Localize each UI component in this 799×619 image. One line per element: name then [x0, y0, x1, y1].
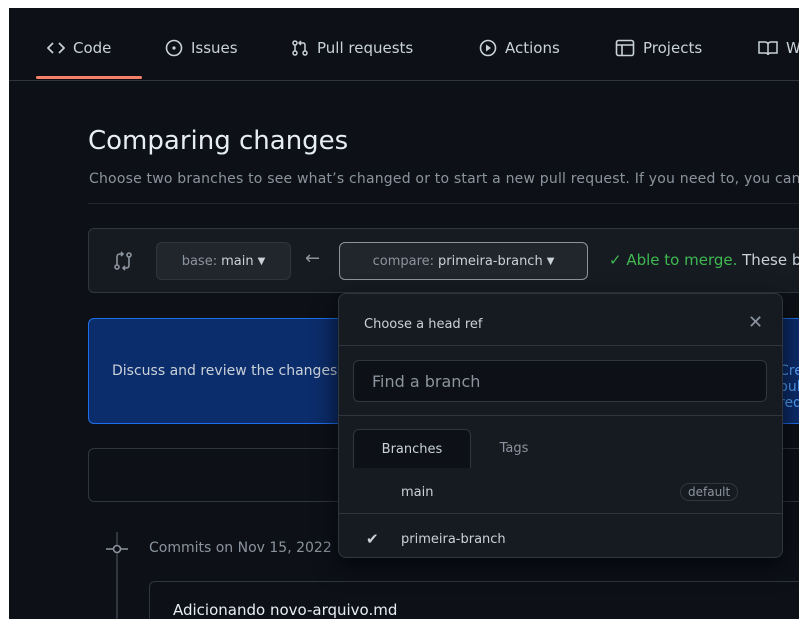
tab-actions[interactable]: Actions [479, 36, 560, 60]
merge-status: ✓ Able to merge. These branches can be a… [609, 251, 799, 269]
issue-opened-icon [165, 39, 183, 57]
branch-name: primeira-branch [401, 531, 506, 547]
tab-wiki-label: Wiki [786, 39, 799, 57]
tab-issues[interactable]: Issues [165, 36, 238, 60]
play-icon [479, 39, 497, 57]
merge-status-detail: These branches can be automatically merg… [742, 251, 799, 269]
dropdown-divider [339, 513, 782, 514]
tab-projects-label: Projects [643, 39, 703, 57]
active-tab-indicator [36, 76, 142, 79]
tab-code[interactable]: Code [47, 36, 111, 60]
check-icon: ✔ [366, 530, 379, 548]
tab-wiki[interactable]: Wiki [758, 36, 799, 60]
git-commit-icon [106, 544, 128, 554]
page-title: Comparing changes [88, 126, 349, 156]
default-badge: default [680, 483, 739, 501]
commit-group-label: Commits on Nov 15, 2022 [149, 540, 332, 556]
base-prefix: base: [181, 253, 218, 269]
branch-search-input[interactable] [353, 360, 767, 402]
close-icon[interactable]: ✕ [748, 312, 763, 333]
dropdown-title: Choose a head ref [364, 317, 483, 332]
compare-branch-button[interactable]: compare: primeira-branch ▼ [339, 242, 588, 280]
tab-tags[interactable]: Tags [484, 429, 544, 467]
page-subtitle: Choose two branches to see what’s change… [89, 171, 799, 187]
dropdown-divider [339, 415, 782, 416]
table-icon [615, 39, 635, 57]
repo-nav: Code Issues Pull requests Actions Projec… [9, 8, 799, 81]
tab-actions-label: Actions [505, 39, 560, 57]
header-divider [88, 203, 799, 204]
head-ref-dropdown: Choose a head ref ✕ Branches Tags main d… [338, 293, 783, 558]
caret-down-icon: ▼ [546, 255, 555, 267]
git-pull-request-icon [292, 40, 308, 56]
base-branch-button[interactable]: base: main ▼ [156, 242, 291, 280]
compare-value: primeira-branch [438, 253, 543, 269]
arrow-left-icon: ← [305, 248, 321, 269]
dropdown-divider [339, 345, 782, 346]
app-frame: Code Issues Pull requests Actions Projec… [9, 8, 799, 619]
base-value: main [221, 253, 254, 269]
caret-down-icon: ▼ [257, 255, 266, 267]
tab-projects[interactable]: Projects [615, 36, 702, 60]
tab-pull-requests-label: Pull requests [317, 39, 414, 57]
branch-item-primeira-branch[interactable]: ✔ primeira-branch [339, 519, 782, 559]
code-icon [47, 42, 65, 54]
branch-name: main [401, 484, 434, 500]
book-icon [758, 41, 778, 56]
tab-branches[interactable]: Branches [353, 429, 471, 468]
merge-status-ok: ✓ Able to merge. [609, 251, 738, 269]
commit-title-link[interactable]: Adicionando novo-arquivo.md [173, 601, 397, 619]
compare-prefix: compare: [372, 253, 435, 269]
tab-code-label: Code [73, 39, 112, 57]
tab-issues-label: Issues [191, 39, 238, 57]
tab-pull-requests[interactable]: Pull requests [291, 36, 413, 60]
branch-item-main[interactable]: main default [339, 472, 782, 512]
git-compare-icon [114, 251, 132, 271]
